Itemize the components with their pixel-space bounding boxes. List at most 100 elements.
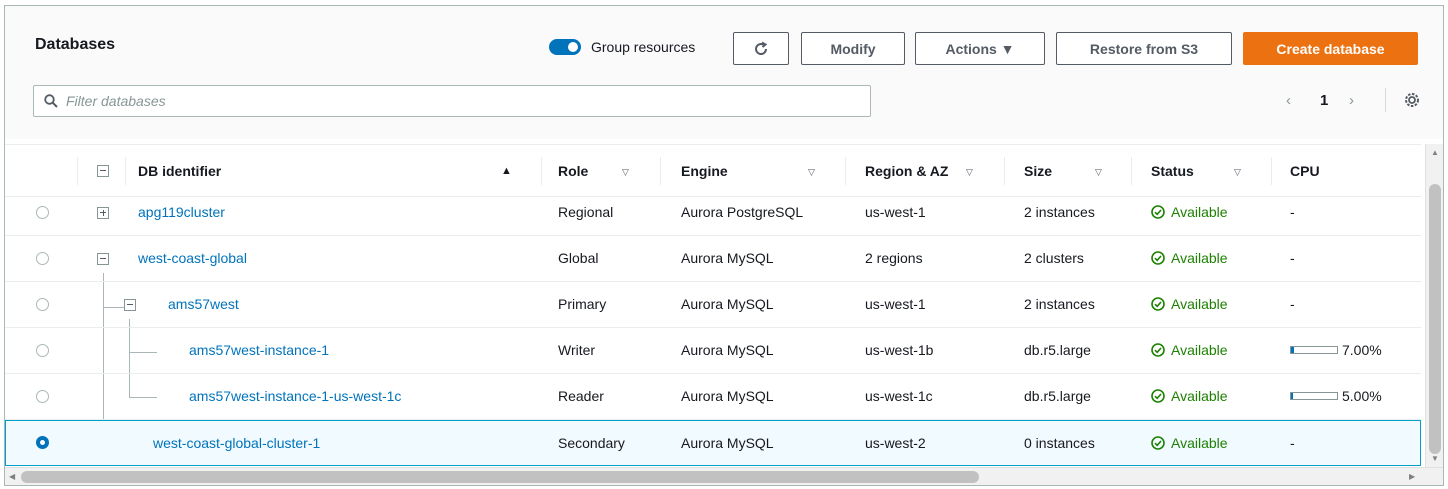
db-identifier-link[interactable]: ams57west-instance-1 — [189, 342, 329, 358]
table-row[interactable]: west-coast-global Global Aurora MySQL 2 … — [5, 236, 1421, 282]
status-text: Available — [1171, 435, 1228, 451]
size-cell: db.r5.large — [1024, 388, 1091, 404]
sort-ascending-icon[interactable]: ▲ — [501, 165, 512, 177]
db-identifier-link[interactable]: apg119cluster — [138, 204, 225, 220]
region-cell: us-west-1 — [865, 204, 926, 220]
table-row[interactable]: ams57west Primary Aurora MySQL us-west-1… — [5, 282, 1421, 328]
filter-databases-input[interactable] — [66, 93, 846, 109]
refresh-icon — [755, 41, 768, 55]
scroll-down-icon[interactable]: ▼ — [1431, 454, 1439, 463]
actions-button[interactable]: Actions ▼ — [915, 32, 1045, 65]
vertical-scrollbar[interactable]: ▲ ▼ — [1425, 144, 1443, 467]
cpu-utilization: 5.00% — [1290, 388, 1382, 404]
collapse-row-toggle[interactable] — [97, 253, 109, 265]
column-header-status[interactable]: Status — [1151, 163, 1194, 179]
column-header-cpu[interactable]: CPU — [1290, 163, 1320, 179]
horizontal-scrollbar[interactable]: ◀ ▶ — [5, 467, 1443, 485]
size-cell: db.r5.large — [1024, 342, 1091, 358]
scroll-right-icon[interactable]: ▶ — [1409, 472, 1415, 481]
check-circle-icon — [1151, 436, 1165, 450]
status-text: Available — [1171, 296, 1228, 312]
cpu-utilization: 7.00% — [1290, 342, 1382, 358]
page-title: Databases — [35, 36, 116, 53]
role-cell: Secondary — [558, 435, 625, 451]
region-cell: us-west-1 — [865, 296, 926, 312]
region-cell: us-west-1b — [865, 342, 934, 358]
previous-page-button[interactable]: ‹ — [1286, 92, 1291, 109]
search-icon — [44, 94, 58, 108]
scrollbar-thumb[interactable] — [21, 471, 979, 483]
next-page-button[interactable]: › — [1349, 92, 1354, 109]
check-circle-icon — [1151, 389, 1165, 403]
check-circle-icon — [1151, 297, 1165, 311]
db-identifier-link[interactable]: west-coast-global-cluster-1 — [153, 435, 320, 451]
status-badge: Available — [1151, 204, 1228, 220]
db-identifier-link[interactable]: ams57west-instance-1-us-west-1c — [189, 388, 401, 404]
row-select-radio[interactable] — [36, 252, 49, 265]
sort-caret-icon[interactable]: ▽ — [1095, 167, 1102, 178]
region-cell: us-west-2 — [865, 435, 926, 451]
table-row[interactable]: ams57west-instance-1 Writer Aurora MySQL… — [5, 328, 1421, 374]
role-cell: Writer — [558, 342, 596, 358]
create-database-button[interactable]: Create database — [1243, 32, 1418, 65]
size-cell: 0 instances — [1024, 435, 1095, 451]
cpu-bar-fill — [1291, 393, 1294, 399]
row-select-radio[interactable] — [36, 344, 49, 357]
engine-cell: Aurora MySQL — [681, 435, 774, 451]
column-header-role[interactable]: Role — [558, 163, 588, 179]
status-badge: Available — [1151, 388, 1228, 404]
engine-cell: Aurora MySQL — [681, 250, 774, 266]
check-circle-icon — [1151, 251, 1165, 265]
group-resources-toggle[interactable]: Group resources — [549, 39, 695, 55]
collapse-row-toggle[interactable] — [124, 299, 136, 311]
engine-cell: Aurora PostgreSQL — [681, 204, 804, 220]
group-resources-label: Group resources — [591, 39, 696, 55]
table-row[interactable]: apg119cluster Regional Aurora PostgreSQL… — [5, 190, 1421, 236]
pager-divider — [1385, 88, 1386, 112]
expand-row-toggle[interactable] — [97, 207, 109, 219]
engine-cell: Aurora MySQL — [681, 388, 774, 404]
sort-caret-icon[interactable]: ▽ — [808, 167, 815, 178]
row-select-radio[interactable] — [36, 298, 49, 311]
sort-caret-icon[interactable]: ▽ — [1234, 167, 1241, 178]
restore-from-s3-button[interactable]: Restore from S3 — [1056, 32, 1232, 65]
filter-databases-search[interactable] — [33, 85, 871, 117]
table-row-selected[interactable]: west-coast-global-cluster-1 Secondary Au… — [5, 420, 1421, 466]
scroll-up-icon[interactable]: ▲ — [1431, 148, 1439, 157]
check-circle-icon — [1151, 205, 1165, 219]
role-cell: Primary — [558, 296, 607, 312]
row-select-radio[interactable] — [36, 436, 49, 449]
gear-icon[interactable] — [1403, 91, 1421, 109]
refresh-button[interactable] — [733, 32, 789, 65]
size-cell: 2 instances — [1024, 204, 1095, 220]
cpu-value: 5.00% — [1342, 388, 1382, 404]
sort-caret-icon[interactable]: ▽ — [966, 167, 973, 178]
status-badge: Available — [1151, 435, 1228, 451]
row-select-radio[interactable] — [36, 206, 49, 219]
size-cell: 2 clusters — [1024, 250, 1084, 266]
engine-cell: Aurora MySQL — [681, 296, 774, 312]
column-header-size[interactable]: Size — [1024, 163, 1052, 179]
row-select-radio[interactable] — [36, 390, 49, 403]
region-cell: 2 regions — [865, 250, 923, 266]
status-badge: Available — [1151, 342, 1228, 358]
scrollbar-thumb[interactable] — [1429, 184, 1441, 454]
db-identifier-link[interactable]: west-coast-global — [138, 250, 247, 266]
databases-panel: Databases Group resources Modify Actions… — [4, 5, 1444, 486]
sort-caret-icon[interactable]: ▽ — [622, 167, 629, 178]
panel-header — [5, 6, 1443, 139]
column-header-region-az[interactable]: Region & AZ — [865, 163, 948, 179]
modify-button[interactable]: Modify — [801, 32, 905, 65]
status-text: Available — [1171, 388, 1228, 404]
db-identifier-link[interactable]: ams57west — [168, 296, 239, 312]
cpu-value: 7.00% — [1342, 342, 1382, 358]
cpu-cell: - — [1290, 250, 1295, 266]
scroll-left-icon[interactable]: ◀ — [9, 472, 15, 481]
toggle-switch[interactable] — [549, 39, 581, 55]
column-header-db-identifier[interactable]: DB identifier — [138, 163, 221, 179]
collapse-all-toggle[interactable] — [97, 165, 109, 177]
current-page-number[interactable]: 1 — [1320, 92, 1328, 109]
column-header-engine[interactable]: Engine — [681, 163, 728, 179]
table-row[interactable]: ams57west-instance-1-us-west-1c Reader A… — [5, 374, 1421, 420]
cpu-bar — [1290, 392, 1338, 400]
